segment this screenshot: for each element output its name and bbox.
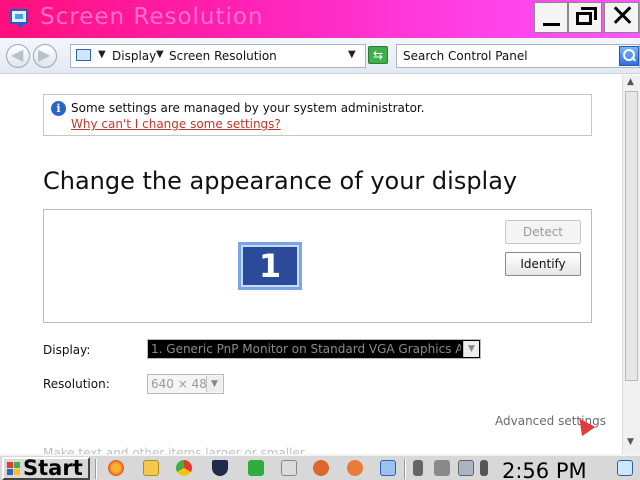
page-title: Change the appearance of your display	[43, 167, 518, 195]
minimize-button[interactable]	[534, 2, 568, 33]
close-button[interactable]: ✕	[604, 0, 639, 34]
why-cant-change-link[interactable]: Why can't I change some settings?	[71, 117, 281, 131]
app-icon[interactable]	[347, 460, 363, 476]
forward-button[interactable]: ▶	[33, 44, 57, 68]
show-desktop-icon[interactable]	[617, 460, 633, 476]
display-select[interactable]: 1. Generic PnP Monitor on Standard VGA G…	[147, 339, 481, 359]
vertical-scrollbar[interactable]: ▲ ▼	[622, 75, 640, 454]
shield-icon[interactable]	[212, 460, 228, 476]
firefox-icon[interactable]	[108, 460, 124, 476]
chevron-right-icon[interactable]: ▼	[98, 49, 106, 60]
avast-icon[interactable]	[313, 460, 329, 476]
display-label: Display:	[43, 343, 91, 357]
monitor-arrangement-area: 1 Detect Identify	[43, 209, 592, 323]
chevron-down-icon[interactable]: ▼	[348, 49, 356, 60]
chevron-right-icon[interactable]: ▼	[156, 49, 164, 60]
taskbar-separator	[404, 459, 406, 479]
clock[interactable]: 2:56 PM	[502, 459, 587, 480]
detect-button[interactable]: Detect	[505, 220, 581, 244]
monitor-icon[interactable]	[380, 460, 396, 476]
address-toolbar: ◀ ▶ ▼ Display ▼ Screen Resolution ▼ ⇆	[0, 38, 640, 74]
start-label: Start	[23, 456, 83, 480]
scroll-up-icon[interactable]: ▲	[627, 77, 634, 87]
scroll-thumb[interactable]	[625, 91, 638, 381]
chrome-icon[interactable]	[176, 460, 192, 476]
tray-arrow-icon[interactable]	[480, 460, 488, 476]
chevron-down-icon: ▼	[206, 376, 222, 392]
back-arrow-icon: ◀	[11, 45, 24, 64]
network-icon[interactable]	[413, 460, 423, 476]
tool-icon[interactable]	[281, 460, 297, 476]
breadcrumb[interactable]: ▼ Display ▼ Screen Resolution ▼	[70, 44, 366, 68]
main-content: i Some settings are managed by your syst…	[0, 75, 622, 460]
resolution-select-value: 640 × 480	[151, 377, 215, 391]
notice-text: Some settings are managed by your system…	[71, 101, 425, 115]
search-input[interactable]	[397, 45, 617, 67]
display-select-value: 1. Generic PnP Monitor on Standard VGA G…	[151, 342, 461, 356]
chevron-down-icon: ▼	[463, 341, 479, 357]
close-icon: ✕	[610, 0, 636, 34]
scroll-down-icon[interactable]: ▼	[627, 437, 634, 447]
info-icon: i	[51, 101, 66, 116]
admin-notice: i Some settings are managed by your syst…	[43, 94, 592, 136]
resolution-label: Resolution:	[43, 377, 110, 391]
monitor-number: 1	[258, 247, 282, 285]
title-bar[interactable]: Screen Resolution ✕	[0, 0, 640, 38]
search-box[interactable]	[396, 44, 640, 68]
monitor-1-tile[interactable]: 1	[238, 242, 302, 290]
search-icon[interactable]	[619, 46, 639, 66]
folder-icon[interactable]	[143, 460, 159, 476]
resolution-select[interactable]: 640 × 480 ▼	[147, 374, 224, 394]
windows-logo-icon	[7, 462, 21, 476]
maximize-button[interactable]	[568, 2, 602, 33]
taskbar-separator	[95, 459, 97, 479]
control-panel-icon	[76, 49, 91, 61]
breadcrumb-screen-resolution[interactable]: Screen Resolution	[169, 49, 277, 63]
display-icon[interactable]	[458, 460, 474, 476]
gpu-icon[interactable]	[248, 460, 264, 476]
window-title: Screen Resolution	[40, 4, 264, 30]
screen-resolution-window: Screen Resolution ✕ ◀ ▶ ▼ Display ▼ Scre…	[0, 0, 640, 480]
breadcrumb-display[interactable]: Display	[112, 49, 156, 63]
forward-arrow-icon: ▶	[38, 45, 51, 64]
back-button[interactable]: ◀	[6, 44, 30, 68]
refresh-button[interactable]: ⇆	[368, 46, 388, 64]
identify-button[interactable]: Identify	[505, 252, 581, 276]
display-control-panel-icon	[10, 9, 28, 27]
volume-icon[interactable]	[434, 460, 450, 476]
start-button[interactable]: Start	[2, 456, 90, 480]
taskbar: Start 2:56 PM	[0, 454, 640, 480]
